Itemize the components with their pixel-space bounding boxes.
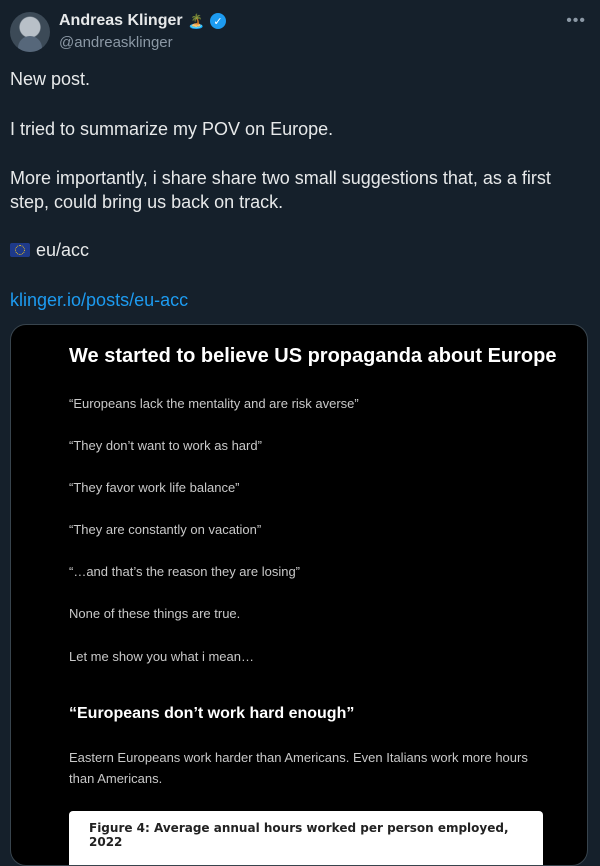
statement-show: Let me show you what i mean… bbox=[69, 649, 254, 664]
quote-2: “They don’t want to work as hard” bbox=[69, 438, 262, 453]
tweet-line-3: More importantly, i share share two smal… bbox=[10, 168, 551, 212]
card-paragraph: Eastern Europeans work harder than Ameri… bbox=[69, 750, 528, 786]
quote-1: “Europeans lack the mentality and are ri… bbox=[69, 396, 359, 411]
quote-4: “They are constantly on vacation” bbox=[69, 522, 262, 537]
card-subheading: “Europeans don’t work hard enough” bbox=[69, 705, 355, 722]
island-emoji-icon: 🏝️ bbox=[187, 13, 206, 29]
card-title: We started to believe US propaganda abou… bbox=[69, 345, 557, 367]
tweet-header: Andreas Klinger 🏝️ ✓ @andreasklinger ••• bbox=[10, 12, 586, 56]
tweet-line-1: New post. bbox=[10, 69, 91, 89]
more-options-icon[interactable]: ••• bbox=[566, 12, 586, 30]
tweet-line-2: I tried to summarize my POV on Europe. bbox=[10, 119, 334, 139]
figure-image: Figure 4: Average annual hours worked pe… bbox=[69, 811, 543, 865]
name-row: Andreas Klinger 🏝️ ✓ bbox=[59, 12, 227, 30]
handle[interactable]: @andreasklinger bbox=[59, 34, 173, 51]
eu-flag-icon bbox=[10, 243, 30, 257]
figure-caption: Figure 4: Average annual hours worked pe… bbox=[89, 821, 509, 849]
link-preview-card[interactable]: We started to believe US propaganda abou… bbox=[10, 324, 588, 866]
post-link[interactable]: klinger.io/posts/eu-acc bbox=[10, 288, 580, 312]
statement-not-true: None of these things are true. bbox=[69, 606, 241, 621]
avatar[interactable] bbox=[10, 12, 50, 52]
tweet-line-4: eu/acc bbox=[10, 238, 580, 262]
eu-acc-text: eu/acc bbox=[36, 240, 90, 260]
quote-5: “…and that’s the reason they are losing” bbox=[69, 564, 301, 579]
quote-3: “They favor work life balance” bbox=[69, 480, 240, 495]
verified-badge-icon: ✓ bbox=[210, 13, 227, 29]
display-name[interactable]: Andreas Klinger bbox=[59, 12, 183, 30]
